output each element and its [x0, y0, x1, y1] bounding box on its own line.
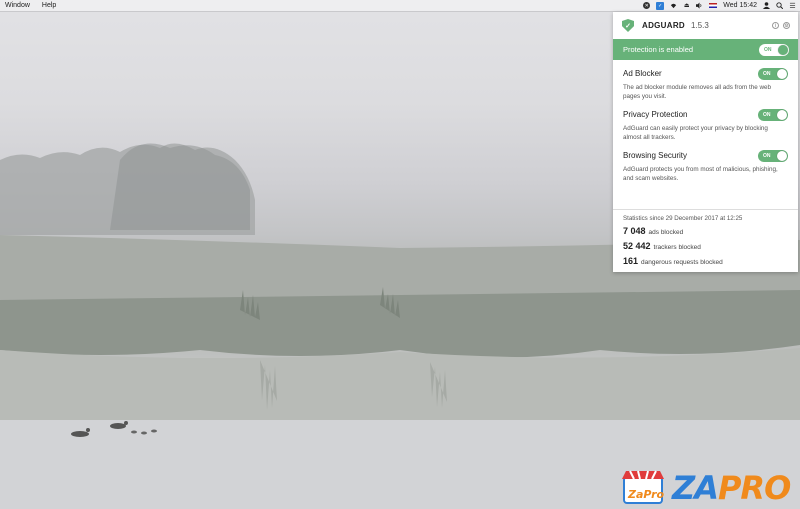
list-icon[interactable]: ☰ — [789, 2, 796, 10]
toggle-knob — [777, 150, 787, 161]
wordmark-pro: PRO — [717, 469, 791, 507]
browsing-security-toggle[interactable]: ON — [758, 149, 788, 162]
toggle-knob — [777, 68, 787, 79]
adguard-logo-icon: ✓ — [622, 19, 634, 32]
menu-window[interactable]: Window — [5, 2, 30, 9]
stat-dangerous-blocked: 161 dangerous requests blocked — [623, 256, 788, 267]
privacy-protection-toggle[interactable]: ON — [758, 108, 788, 121]
stat-value: 161 — [623, 256, 639, 266]
toggle-knob — [777, 109, 787, 120]
info-icon[interactable]: i — [772, 22, 779, 29]
version-label: 1.5.3 — [691, 21, 709, 30]
module-description: AdGuard protects you from most of malici… — [623, 166, 778, 182]
us-flag-icon[interactable] — [709, 3, 718, 8]
module-privacy-protection: Privacy Protection ON AdGuard can easily… — [613, 101, 798, 142]
adguard-panel: ✓ ADGUARD 1.5.3 i ⚙ Protection is enable… — [613, 12, 798, 272]
brand-name: ADGUARD — [642, 21, 685, 30]
toggle-label: ON — [763, 152, 771, 159]
search-icon[interactable] — [776, 2, 783, 9]
stat-value: 7 048 — [623, 226, 646, 236]
module-description: AdGuard can easily protect your privacy … — [623, 125, 768, 141]
protection-toggle[interactable]: ON — [759, 43, 789, 56]
stat-ads-blocked: 7 048 ads blocked — [623, 226, 788, 237]
protection-label: Protection is enabled — [623, 45, 694, 54]
module-description: The ad blocker module removes all ads fr… — [623, 84, 772, 100]
toggle-label: ON — [763, 111, 771, 118]
cross-circle-icon[interactable]: ✕ — [643, 2, 651, 9]
module-title: Ad Blocker — [623, 69, 662, 78]
eject-icon[interactable]: ⏏ — [683, 2, 690, 9]
module-title: Privacy Protection — [623, 110, 688, 119]
menu-clock[interactable]: Wed 15:42 — [723, 2, 757, 9]
stat-label: ads blocked — [648, 229, 684, 236]
protection-status-bar: Protection is enabled ON — [613, 39, 798, 60]
statistics-section: Statistics since 29 December 2017 at 12:… — [613, 209, 798, 267]
stat-label: trackers blocked — [653, 244, 701, 251]
module-browsing-security: Browsing Security ON AdGuard protects yo… — [613, 142, 798, 183]
stats-since: Statistics since 29 December 2017 at 12:… — [623, 215, 743, 222]
gear-icon[interactable]: ⚙ — [783, 22, 790, 29]
stat-label: dangerous requests blocked — [641, 259, 723, 266]
panel-header: ✓ ADGUARD 1.5.3 i ⚙ — [613, 12, 798, 39]
user-icon[interactable] — [763, 2, 770, 9]
zapro-watermark: ZaPro ZAPRO — [610, 463, 800, 509]
stat-trackers-blocked: 52 442 trackers blocked — [623, 241, 788, 252]
zapro-wordmark: ZAPRO — [672, 469, 791, 507]
menu-help[interactable]: Help — [42, 2, 56, 9]
module-title: Browsing Security — [623, 151, 688, 160]
adguard-shield-icon[interactable]: ✓ — [656, 1, 665, 10]
wifi-icon[interactable] — [670, 2, 677, 9]
toggle-label: ON — [763, 70, 771, 77]
ad-blocker-toggle[interactable]: ON — [758, 67, 788, 80]
logo-text: ZaPro — [627, 488, 665, 501]
menu-bar: Window Help ✕ ✓ ⏏ Wed 15:42 ☰ — [0, 0, 800, 12]
module-ad-blocker: Ad Blocker ON The ad blocker module remo… — [613, 60, 798, 101]
zapro-logo-icon: ZaPro — [622, 470, 665, 504]
stat-value: 52 442 — [623, 241, 651, 251]
volume-icon[interactable] — [696, 2, 703, 9]
wordmark-za: ZA — [672, 469, 719, 507]
toggle-knob — [778, 44, 788, 55]
toggle-label: ON — [764, 46, 772, 53]
